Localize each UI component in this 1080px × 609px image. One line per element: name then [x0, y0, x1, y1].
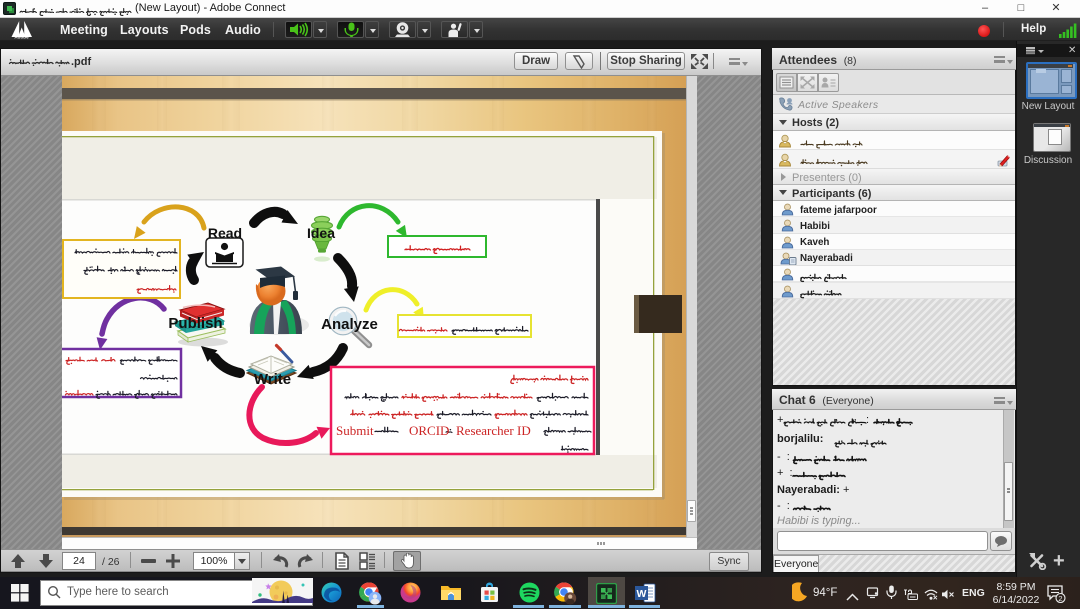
- svg-text:W: W: [637, 588, 647, 600]
- svg-text:2: 2: [1058, 594, 1062, 603]
- svg-text:Adobe: Adobe: [14, 35, 29, 40]
